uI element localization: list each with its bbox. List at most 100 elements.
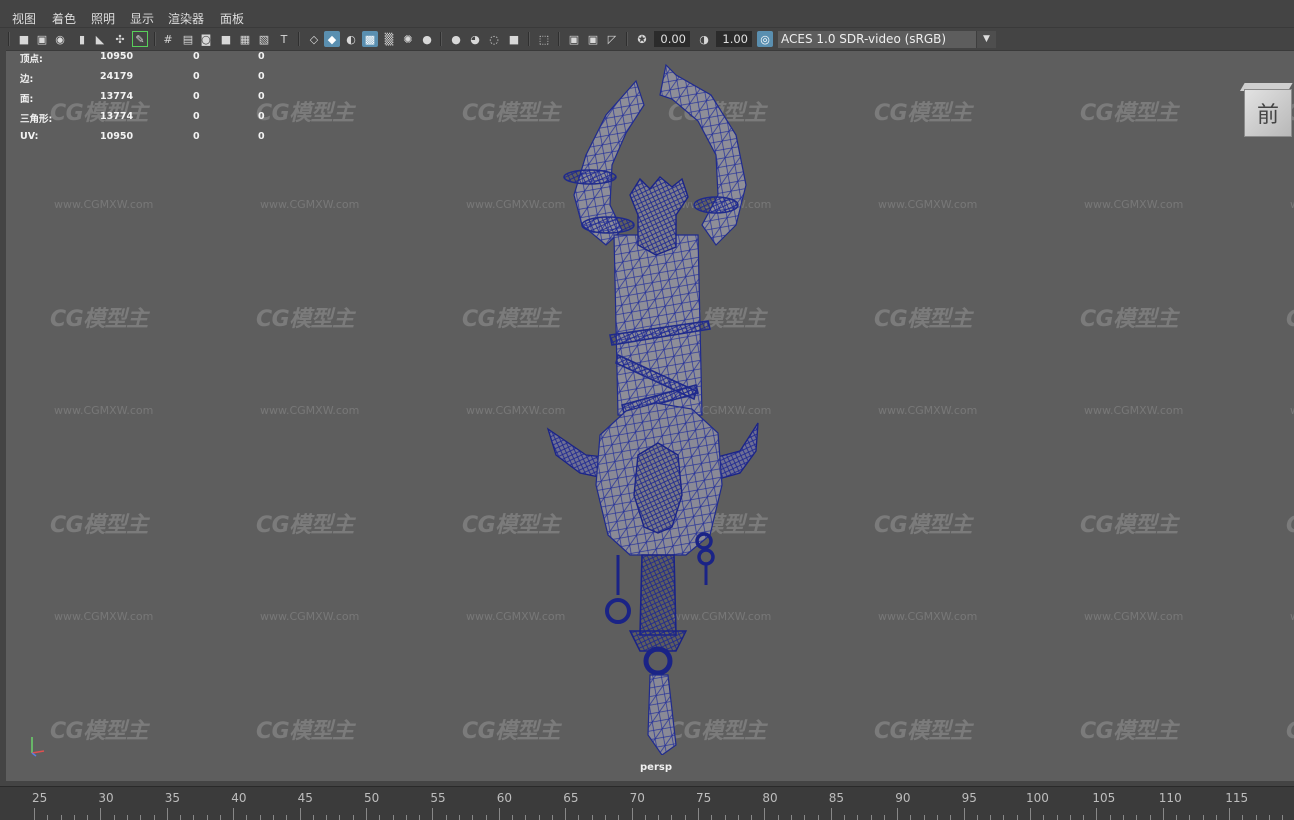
color-space-select[interactable]: ACES 1.0 SDR-video (sRGB) ▼ <box>778 31 996 48</box>
menu-panels[interactable]: 面板 <box>220 10 244 27</box>
2d-pan-icon[interactable]: ✣ <box>112 31 128 47</box>
smooth-shade-icon[interactable]: ◆ <box>324 31 340 47</box>
time-slider-tick <box>379 815 381 820</box>
exposure-field[interactable]: 0.00 <box>654 31 690 47</box>
axis-gizmo <box>31 737 45 757</box>
hud-value: 24179 <box>100 71 134 82</box>
watermark-logo: CG模型主 <box>1080 101 1178 126</box>
time-slider-tick <box>578 815 580 820</box>
time-slider-tick <box>1016 815 1018 820</box>
wireframe-model[interactable] <box>526 55 786 755</box>
textured-icon[interactable]: ▒ <box>381 31 397 47</box>
exposure-icon[interactable]: ✪ <box>634 31 650 47</box>
safe-title-icon[interactable]: T <box>276 31 292 47</box>
menu-show[interactable]: 显示 <box>130 10 154 27</box>
xray-icon[interactable]: ▣ <box>566 31 582 47</box>
time-slider[interactable]: 25 30 35 40 45 50 55 60 65 70 75 80 85 90 95 100 105 110 1… <box>0 786 1294 820</box>
watermark-logo: CG模型主 <box>256 513 354 538</box>
camera-name-label: persp <box>640 762 672 773</box>
color-management-icon[interactable]: ◎ <box>757 31 773 47</box>
bookmark-icon[interactable]: ◉ <box>52 31 68 47</box>
camera-attr-icon[interactable]: ▣ <box>34 31 50 47</box>
film-gate-icon[interactable]: ▤ <box>180 31 196 47</box>
pencil-icon[interactable]: ✎ <box>132 31 148 47</box>
chevron-down-icon[interactable]: ▼ <box>976 31 996 48</box>
watermark-logo: CG模型主 <box>1286 713 1294 745</box>
time-slider-tick <box>73 815 75 820</box>
grease-pencil-icon[interactable]: ◣ <box>92 31 108 47</box>
time-slider-tick <box>618 815 620 820</box>
time-slider-tick <box>976 815 978 820</box>
time-slider-tick <box>804 815 806 820</box>
mesh-mask-face <box>633 442 683 534</box>
default-material-icon[interactable]: ◐ <box>343 31 359 47</box>
gamma-icon[interactable]: ◑ <box>696 31 712 47</box>
watermark-logo: CG模型主 <box>50 307 148 332</box>
time-slider-tick <box>352 815 354 820</box>
xray-active-icon[interactable]: ▣ <box>585 31 601 47</box>
time-slider-tick <box>1162 808 1164 820</box>
time-slider-tick <box>206 815 208 820</box>
watermark-logo: CG模型主 <box>256 101 354 126</box>
time-slider-frame-label: 115 <box>1225 791 1249 805</box>
time-slider-frame-label: 25 <box>32 791 48 805</box>
field-chart-icon[interactable]: ▦ <box>237 31 253 47</box>
gamma-field[interactable]: 1.00 <box>716 31 752 47</box>
time-slider-tick <box>777 815 779 820</box>
time-slider-tick <box>1229 808 1231 820</box>
xray-joints-icon[interactable]: ◸ <box>604 31 620 47</box>
time-slider-tick <box>591 815 593 820</box>
camera-icon[interactable]: ■ <box>16 31 32 47</box>
time-slider-tick <box>498 808 500 820</box>
watermark-logo: CG模型主 <box>874 513 972 538</box>
time-slider-tick <box>153 815 155 820</box>
watermark-logo: CG模型主 <box>50 513 148 538</box>
watermark-logo: CG模型主 <box>874 307 972 332</box>
safe-action-icon[interactable]: ▧ <box>256 31 272 47</box>
gate-mask-icon[interactable]: ■ <box>218 31 234 47</box>
time-slider-tick <box>1030 808 1031 820</box>
multisample-aa-icon[interactable]: ◌ <box>486 31 502 47</box>
image-plane-icon[interactable]: ▮ <box>74 31 90 47</box>
resolution-gate-icon[interactable]: ◙ <box>198 31 214 47</box>
time-slider-tick <box>658 815 660 820</box>
time-slider-frame-label: 55 <box>430 791 446 805</box>
time-slider-tick <box>366 808 367 820</box>
view-cube-front-face[interactable]: 前 <box>1244 89 1292 137</box>
grid-icon[interactable]: # <box>160 31 176 47</box>
toolbar-separator <box>626 32 628 46</box>
time-slider-tick <box>472 815 474 820</box>
time-slider-tick <box>897 808 899 820</box>
depth-of-field-icon[interactable]: ■ <box>506 31 522 47</box>
time-slider-frame-label: 105 <box>1092 791 1116 805</box>
time-slider-frame-label: 50 <box>364 791 380 805</box>
watermark-url: www.CGMXW.com <box>1290 610 1294 623</box>
viewport-persp[interactable]: 顶点: 10950 0 0 边: 24179 0 0 面: 13774 0 0 … <box>6 50 1294 781</box>
menu-renderer[interactable]: 渲染器 <box>168 10 204 27</box>
time-slider-tick <box>180 815 182 820</box>
time-slider-tick <box>605 815 607 820</box>
view-cube[interactable]: 前 <box>1240 83 1293 137</box>
time-slider-tick <box>126 815 128 820</box>
screen-space-ao-icon[interactable]: ● <box>448 31 464 47</box>
time-slider-tick <box>883 815 885 820</box>
time-slider-tick <box>937 815 939 820</box>
time-slider-tick <box>950 815 952 820</box>
time-slider-tick <box>432 808 434 820</box>
time-slider-tick <box>1109 815 1111 820</box>
wireframe-icon[interactable]: ◇ <box>306 31 322 47</box>
time-slider-frame-label: 35 <box>164 791 181 805</box>
watermark-url: www.CGMXW.com <box>878 198 978 211</box>
shadows-icon[interactable]: ● <box>419 31 435 47</box>
motion-blur-icon[interactable]: ◕ <box>467 31 483 47</box>
wireframe-on-shaded-icon[interactable]: ▩ <box>362 31 378 47</box>
menu-lighting[interactable]: 照明 <box>91 10 115 27</box>
time-slider-tick <box>857 815 859 820</box>
time-slider-tick <box>1136 815 1138 820</box>
menu-shading[interactable]: 着色 <box>52 10 76 27</box>
time-slider-tick <box>698 808 699 820</box>
use-all-lights-icon[interactable]: ✺ <box>400 31 416 47</box>
isolate-select-icon[interactable]: ⬚ <box>536 31 552 47</box>
time-slider-tick <box>1096 808 1098 820</box>
menu-view[interactable]: 视图 <box>12 10 36 27</box>
